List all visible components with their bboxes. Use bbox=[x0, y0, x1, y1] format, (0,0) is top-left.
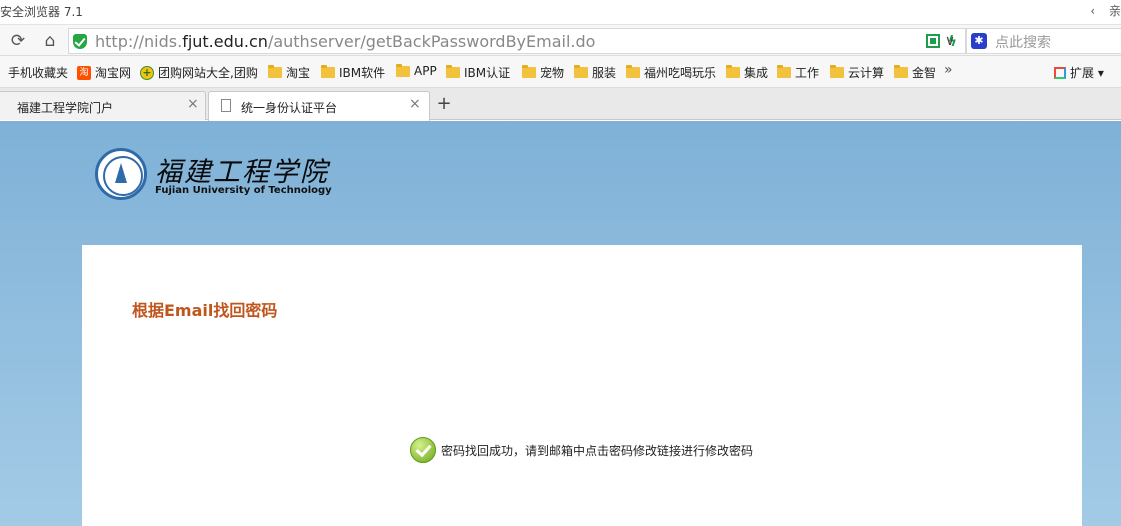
success-text: 密码找回成功，请到邮箱中点击密码修改链接进行修改密码 bbox=[441, 443, 754, 458]
folder-icon bbox=[830, 65, 844, 78]
bookmarks-bar: 手机收藏夹 淘淘宝网 + 团购网站大全,团购 淘宝 IBM软件 APP IBM认证… bbox=[0, 56, 1121, 88]
secure-shield-icon bbox=[73, 34, 87, 49]
window-controls: ‹ 亲 bbox=[1080, 2, 1121, 19]
folder-icon bbox=[321, 65, 335, 78]
bookmark-item[interactable]: 淘淘宝网 bbox=[77, 64, 131, 81]
success-check-icon bbox=[410, 437, 436, 463]
content-card: 根据Email找回密码 密码找回成功，请到邮箱中点击密码修改链接进行修改密码 bbox=[82, 245, 1082, 526]
folder-icon bbox=[268, 65, 282, 78]
success-message: 密码找回成功，请到邮箱中点击密码修改链接进行修改密码 bbox=[410, 437, 753, 463]
tab-portal[interactable]: 福建工程学院门户 × bbox=[0, 91, 206, 120]
bookmark-folder[interactable]: 宠物 bbox=[522, 64, 564, 81]
tab-label: 福建工程学院门户 bbox=[17, 101, 114, 115]
bookmark-folder[interactable]: 集成 bbox=[726, 64, 768, 81]
tab-auth-platform[interactable]: 统一身份认证平台 × bbox=[208, 91, 430, 121]
search-input[interactable]: ✱ 点此搜索 bbox=[966, 28, 1121, 54]
bookmark-folder[interactable]: 服装 bbox=[574, 64, 616, 81]
bookmark-folder[interactable]: 淘宝 bbox=[268, 64, 310, 81]
window-control-label[interactable]: 亲 bbox=[1109, 2, 1121, 19]
extensions-button[interactable]: 扩展 ▾ bbox=[1054, 64, 1104, 81]
bookmark-folder[interactable]: 云计算 bbox=[830, 64, 884, 81]
tab-label: 统一身份认证平台 bbox=[241, 101, 338, 115]
more-bookmarks-icon[interactable]: » bbox=[944, 62, 953, 78]
bookmark-folder[interactable]: 福州吃喝玩乐 bbox=[626, 64, 716, 81]
new-tab-button[interactable]: + bbox=[432, 92, 456, 116]
logo-english-name: Fujian University of Technology bbox=[155, 185, 332, 196]
folder-icon bbox=[626, 65, 640, 78]
baidu-paw-icon[interactable]: ✱ bbox=[971, 33, 987, 49]
close-icon[interactable]: × bbox=[187, 96, 199, 112]
taobao-icon: 淘 bbox=[77, 65, 91, 80]
bookmark-folder[interactable]: 金智 bbox=[894, 64, 936, 81]
bookmark-folder[interactable]: APP bbox=[396, 63, 437, 78]
folder-icon bbox=[446, 65, 460, 78]
logo-chinese-name: 福建工程学院 bbox=[155, 157, 329, 188]
bookmark-folder[interactable]: IBM软件 bbox=[321, 64, 385, 81]
search-placeholder: 点此搜索 bbox=[995, 35, 1051, 51]
folder-icon bbox=[726, 65, 740, 78]
page-content: 福建工程学院 Fujian University of Technology 根… bbox=[0, 121, 1121, 526]
folder-icon bbox=[522, 65, 536, 78]
bookmark-folder[interactable]: IBM认证 bbox=[446, 64, 510, 81]
folder-icon bbox=[574, 65, 588, 78]
url-input[interactable]: http://nids.fjut.edu.cn/authserver/getBa… bbox=[68, 28, 966, 54]
folder-icon bbox=[396, 63, 410, 77]
window-title: 安全浏览器 7.1 bbox=[0, 5, 83, 19]
extensions-icon bbox=[1054, 67, 1066, 79]
url-text: http://nids.fjut.edu.cn/authserver/getBa… bbox=[95, 32, 596, 51]
chevron-down-icon[interactable]: ∨ bbox=[938, 29, 962, 53]
window-titlebar: 安全浏览器 7.1 ‹ 亲 bbox=[0, 0, 1121, 24]
tuan-icon: + bbox=[140, 65, 154, 80]
document-icon bbox=[221, 99, 231, 112]
bookmark-item[interactable]: 手机收藏夹 bbox=[8, 64, 68, 81]
bookmark-folder[interactable]: 工作 bbox=[777, 64, 819, 81]
bookmark-item[interactable]: + 团购网站大全,团购 bbox=[140, 64, 258, 81]
page-title: 根据Email找回密码 bbox=[132, 301, 278, 320]
close-icon[interactable]: × bbox=[409, 96, 421, 112]
folder-icon bbox=[894, 65, 908, 78]
university-seal-icon bbox=[95, 148, 147, 200]
tab-bar: 福建工程学院门户 × 统一身份认证平台 × + bbox=[0, 88, 1121, 121]
folder-icon bbox=[777, 65, 791, 78]
home-icon[interactable]: ⌂ bbox=[38, 29, 62, 53]
refresh-icon[interactable]: ⟳ bbox=[6, 29, 30, 53]
address-toolbar: ⟳ ⌂ http://nids.fjut.edu.cn/authserver/g… bbox=[0, 24, 1121, 56]
back-arrow-icon[interactable]: ‹ bbox=[1090, 4, 1095, 18]
